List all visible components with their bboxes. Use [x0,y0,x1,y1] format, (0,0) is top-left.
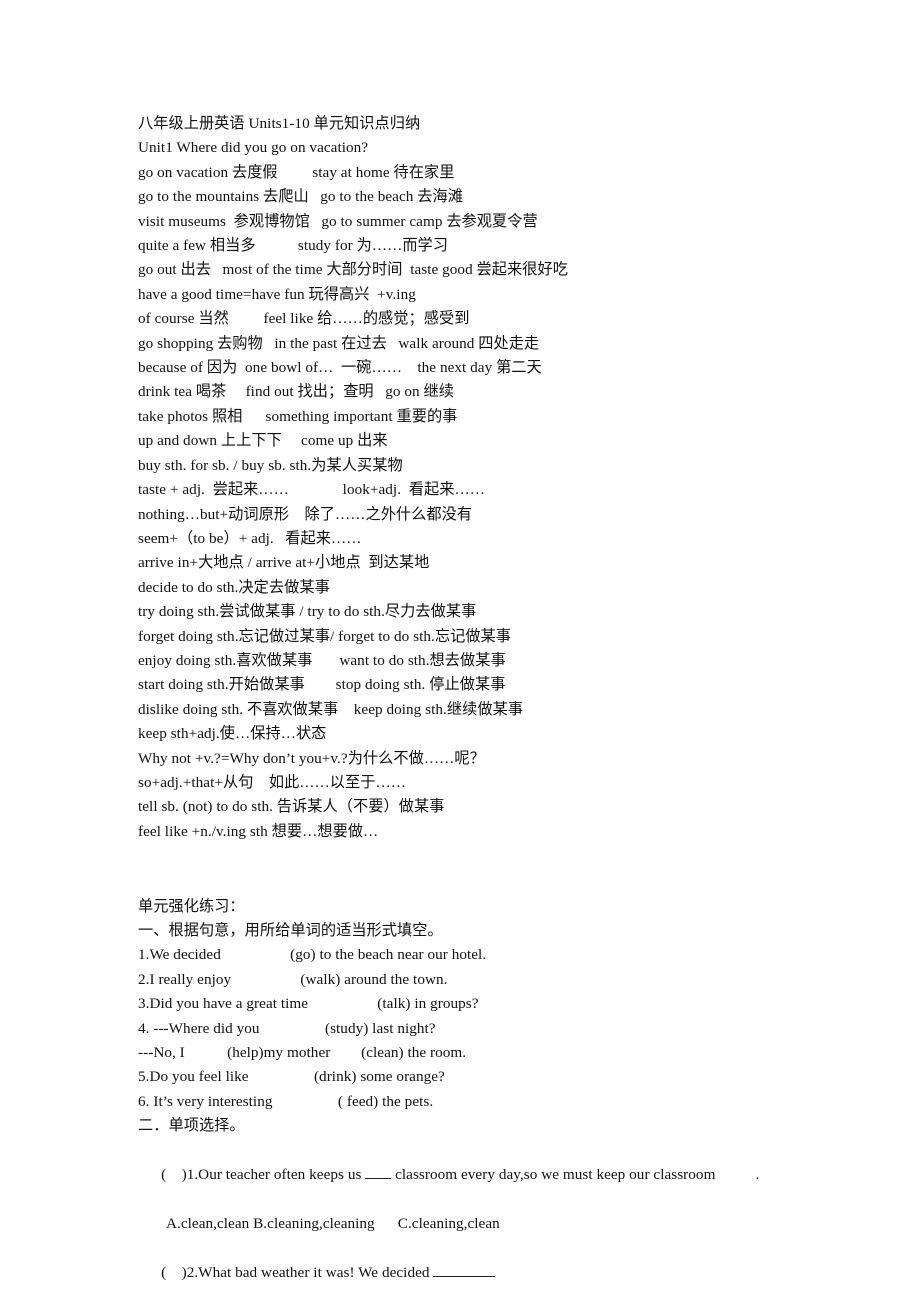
phrase-line: visit museums 参观博物馆 go to summer camp 去参… [138,212,538,230]
mc-prefix: ( )2.What bad weather it was! We decided [161,1263,434,1281]
phrase-line: have a good time=have fun 玩得高兴 +v.ing [138,285,416,303]
phrase-line: of course 当然 feel like 给……的感觉；感受到 [138,310,470,328]
phrase-line: try doing sth.尝试做某事 / try to do sth.尽力去做… [138,603,477,621]
exercises-section-title: 单元强化练习： [138,897,245,915]
phrase-line: keep sth+adj.使…保持…状态 [138,725,327,743]
fill-in-blank-item: 5.Do you feel like (drink) some orange? [138,1068,445,1086]
mc-middle: classroom every day,so we must keep our … [391,1166,716,1184]
phrase-line: taste + adj. 尝起来…… look+adj. 看起来…… [138,481,485,499]
multiple-choice-options: A.clean,clean B.cleaning,cleaning C.clea… [166,1214,500,1232]
phrase-line: go on vacation 去度假 stay at home 待在家里 [138,163,455,181]
fill-in-blank-item: ---No, I (help)my mother (clean) the roo… [138,1044,467,1062]
phrase-line: arrive in+大地点 / arrive at+小地点 到达某地 [138,554,430,572]
document-page: 八年级上册英语 Units1-10 单元知识点归纳 Unit1 Where di… [0,0,920,1302]
phrase-line: because of 因为 one bowl of… 一碗…… the next… [138,359,542,377]
phrase-line: go out 出去 most of the time 大部分时间 taste g… [138,261,568,279]
phrase-line: nothing…but+动词原形 除了……之外什么都没有 [138,505,473,523]
exercises-part-two-title: 二．单项选择。 [138,1117,245,1135]
phrase-line: drink tea 喝茶 find out 找出；查明 go on 继续 [138,383,454,401]
document-main-title: 八年级上册英语 Units1-10 单元知识点归纳 [138,115,421,132]
phrase-line: enjoy doing sth.喜欢做某事 want to do sth.想去做… [138,651,506,669]
mc-answer-blank [433,1275,496,1277]
phrase-line: Why not +v.?=Why don’t you+v.?为什么不做……呢？ [138,749,485,767]
fill-in-blank-item: 4. ---Where did you (study) last night? [138,1019,436,1037]
mc-prefix: ( )1.Our teacher often keeps us [161,1166,366,1184]
fill-in-blank-item: 6. It’s very interesting ( feed) the pet… [138,1092,434,1110]
fill-in-blank-item: 3.Did you have a great time (talk) in gr… [138,995,479,1013]
exercises-part-one-title: 一、根据句意，用所给单词的适当形式填空。 [138,921,443,939]
document-body: 八年级上册英语 Units1-10 单元知识点归纳 Unit1 Where di… [138,112,878,1309]
mc-answer-blank [365,1178,392,1180]
phrase-line: feel like +n./v.ing sth 想要…想要做… [138,822,379,840]
multiple-choice-item: ( )1.Our teacher often keeps us classroo… [138,1139,878,1212]
mc-tail: . [755,1166,760,1184]
phrase-line: take photos 照相 something important 重要的事 [138,407,458,425]
phrase-line: quite a few 相当多 study for 为……而学习 [138,237,449,255]
phrase-line: up and down 上上下下 come up 出来 [138,432,388,450]
phrase-line: decide to do sth.决定去做某事 [138,578,330,596]
multiple-choice-item: ( )2.What bad weather it was! We decided [138,1236,878,1309]
fill-in-blank-item: 2.I really enjoy (walk) around the town. [138,970,448,988]
fill-in-blank-item: 1.We decided (go) to the beach near our … [138,946,487,964]
phrase-line: start doing sth.开始做某事 stop doing sth. 停止… [138,676,506,694]
phrase-line: buy sth. for sb. / buy sb. sth.为某人买某物 [138,456,403,474]
phrase-line: tell sb. (not) to do sth. 告诉某人（不要）做某事 [138,798,445,816]
phrase-line: go shopping 去购物 in the past 在过去 walk aro… [138,334,540,352]
phrase-line: forget doing sth.忘记做过某事/ forget to do st… [138,627,512,645]
phrase-line: seem+（to be）+ adj. 看起来…… [138,529,362,547]
unit-title: Unit1 Where did you go on vacation? [138,139,369,157]
phrase-line: dislike doing sth. 不喜欢做某事 keep doing sth… [138,700,524,718]
phrase-line: go to the mountains 去爬山 go to the beach … [138,188,463,206]
phrase-line: so+adj.+that+从句 如此……以至于…… [138,773,406,791]
